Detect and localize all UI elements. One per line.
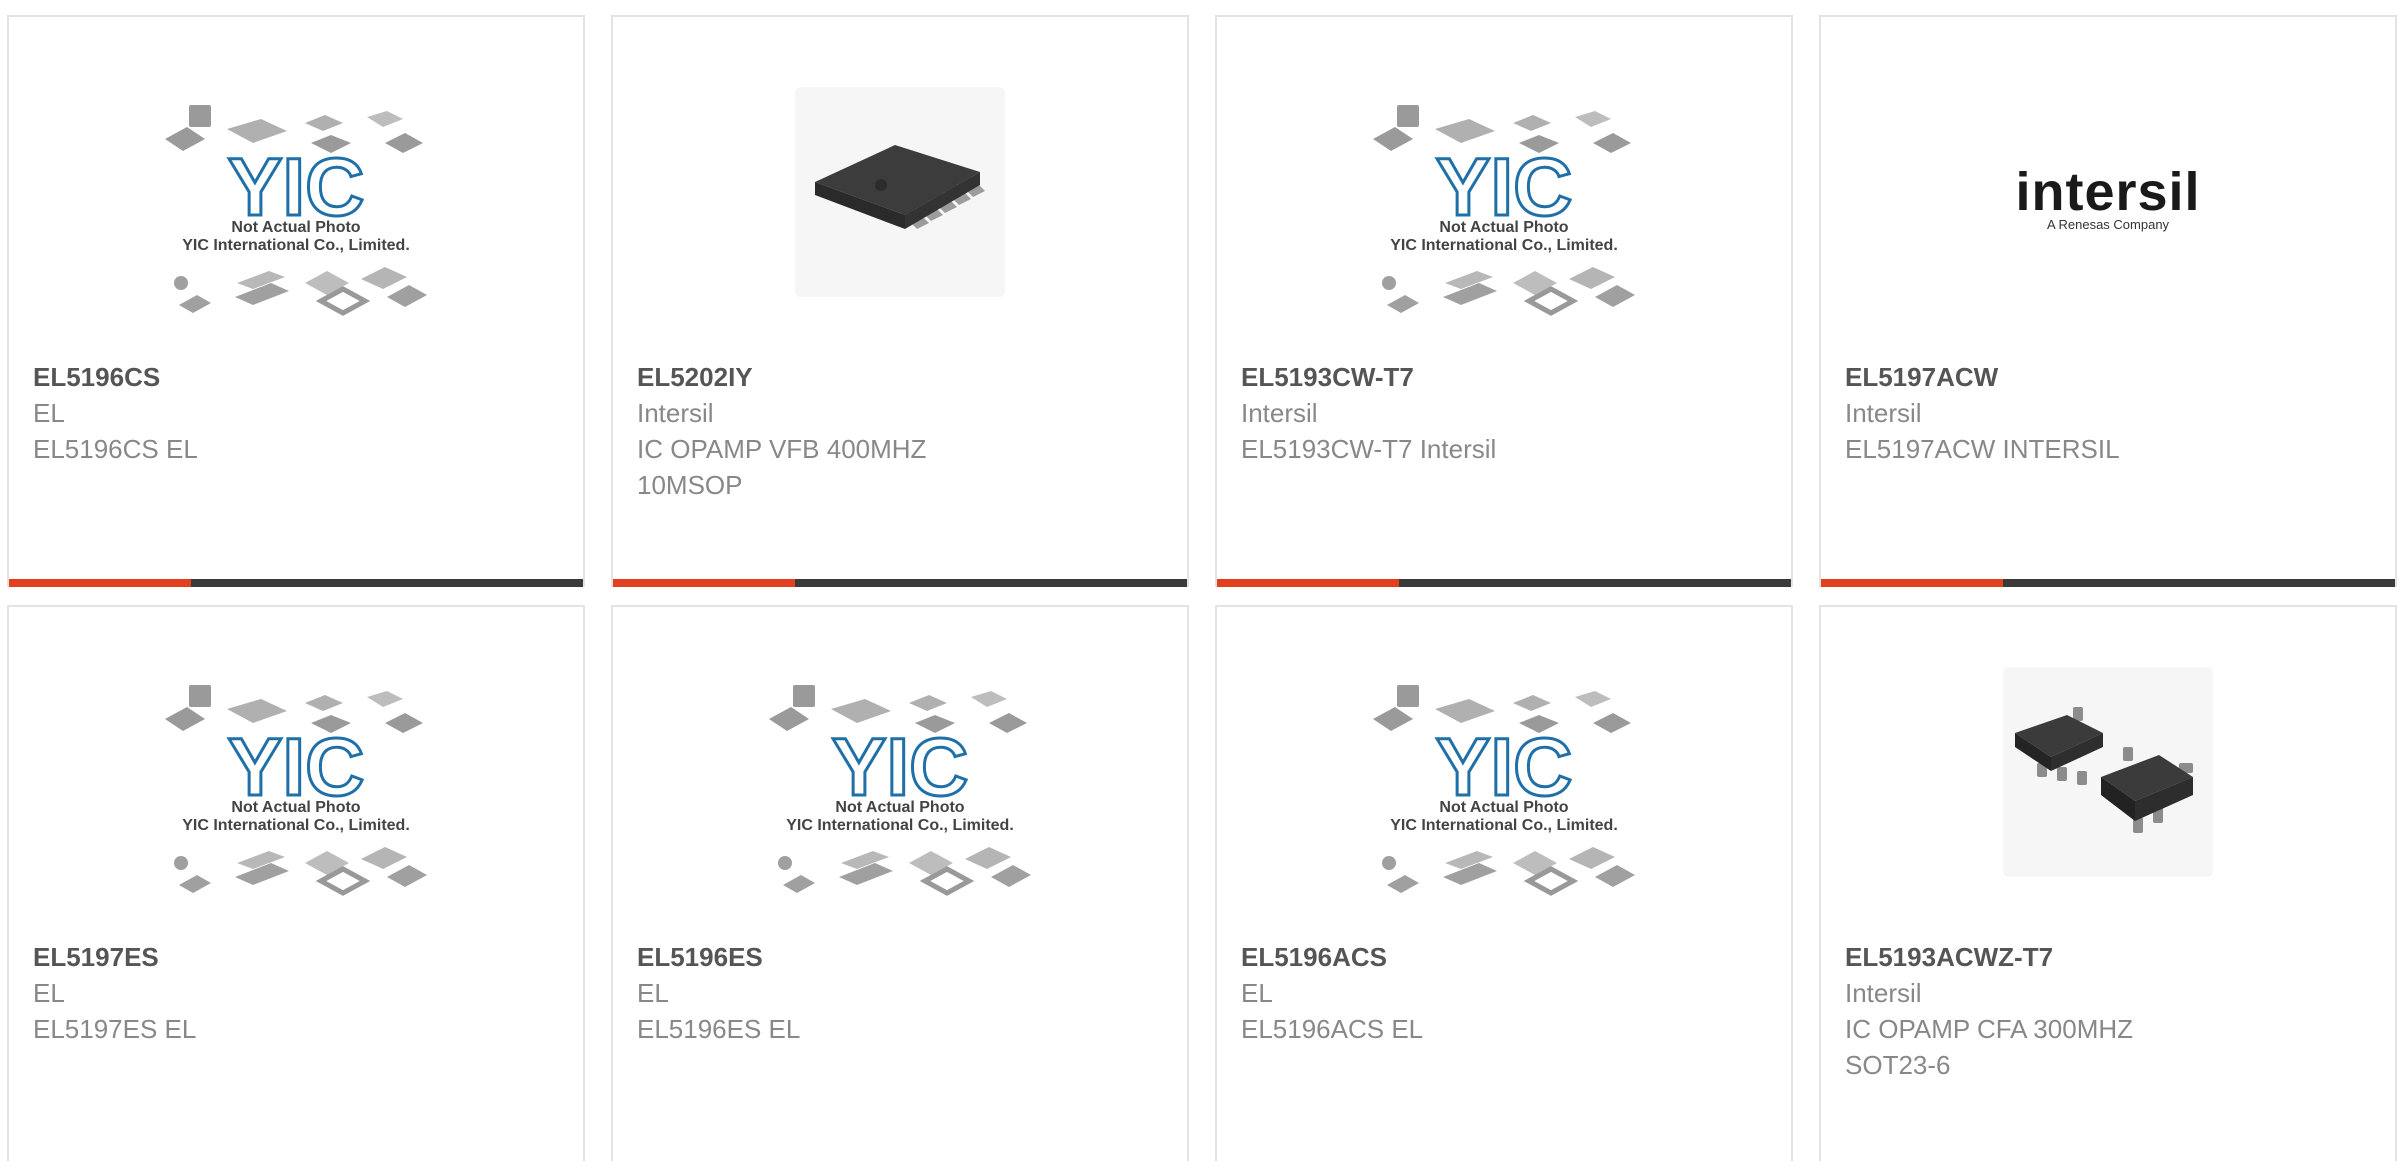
placeholder-line2: YIC International Co., Limited. (182, 817, 410, 834)
product-card[interactable]: intersil A Renesas Company EL5197ACW Int… (1819, 15, 2397, 587)
product-image[interactable] (1821, 667, 2395, 887)
part-number-link[interactable]: EL5196CS (33, 359, 563, 395)
sot23-chip-photo (2003, 667, 2213, 877)
product-image[interactable] (613, 87, 1187, 307)
chip-placeholder-icon: YIC (1373, 685, 1635, 896)
placeholder-line1: Not Actual Photo (1439, 219, 1569, 236)
card-bottom-bar (613, 579, 1187, 587)
msop-chip-photo (795, 87, 1005, 297)
chip-icon (815, 145, 985, 229)
manufacturer: EL (33, 978, 65, 1008)
product-image[interactable]: YIC Not Actual Photo YIC International C… (1217, 87, 1791, 316)
manufacturer: EL (1241, 978, 1273, 1008)
description: EL5196CS EL (33, 434, 198, 464)
description: IC OPAMP VFB 400MHZ 10MSOP (637, 434, 927, 500)
placeholder-line1: Not Actual Photo (835, 799, 965, 816)
part-number-link[interactable]: EL5193ACWZ-T7 (1845, 939, 2375, 975)
description: IC OPAMP CFA 300MHZ SOT23-6 (1845, 1014, 2134, 1080)
description: EL5196ACS EL (1241, 1014, 1424, 1044)
chip-placeholder-icon: YIC (1373, 105, 1635, 316)
product-card[interactable]: EL5193ACWZ-T7 Intersil IC OPAMP CFA 300M… (1819, 605, 2397, 1161)
placeholder-line1: Not Actual Photo (231, 219, 361, 236)
placeholder-image: YIC Not Actual Photo YIC International C… (1369, 87, 1639, 327)
manufacturer: Intersil (637, 398, 714, 428)
product-card[interactable]: YIC Not Actual Photo YIC International C… (1215, 605, 1793, 1161)
chip-placeholder-icon: YIC (165, 105, 427, 316)
placeholder-image: YIC Not Actual Photo YIC International C… (1369, 667, 1639, 907)
part-number-link[interactable]: EL5196ACS (1241, 939, 1771, 975)
description: EL5197ACW INTERSIL (1845, 434, 2120, 464)
part-number-link[interactable]: EL5196ES (637, 939, 1167, 975)
chip-placeholder-icon: YIC (769, 685, 1031, 896)
chip-icon (2015, 707, 2193, 833)
manufacturer: EL (33, 398, 65, 428)
manufacturer: Intersil (1845, 978, 1922, 1008)
product-image[interactable]: YIC Not Actual Photo YIC International C… (9, 87, 583, 316)
product-card[interactable]: YIC Not Actual Photo YIC International C… (1215, 15, 1793, 587)
placeholder-line1: Not Actual Photo (231, 799, 361, 816)
description: EL5196ES EL (637, 1014, 801, 1044)
card-bottom-bar (9, 579, 583, 587)
product-image[interactable]: YIC Not Actual Photo YIC International C… (613, 667, 1187, 896)
product-card[interactable]: YIC Not Actual Photo YIC International C… (611, 605, 1189, 1161)
product-grid: YIC Not Actual Photo YIC International C… (0, 0, 2400, 1161)
product-card[interactable]: YIC Not Actual Photo YIC International C… (7, 15, 585, 587)
part-number-link[interactable]: EL5202IY (637, 359, 1167, 395)
placeholder-image: YIC Not Actual Photo YIC International C… (765, 667, 1035, 907)
product-image[interactable]: intersil A Renesas Company (1821, 87, 2395, 307)
card-bottom-bar (1217, 579, 1791, 587)
product-card[interactable]: YIC Not Actual Photo YIC International C… (7, 605, 585, 1161)
part-number-link[interactable]: EL5193CW-T7 (1241, 359, 1771, 395)
placeholder-image: YIC Not Actual Photo YIC International C… (161, 667, 431, 907)
part-number-link[interactable]: EL5197ES (33, 939, 563, 975)
chip-placeholder-icon: YIC (165, 685, 427, 896)
placeholder-line2: YIC International Co., Limited. (1390, 237, 1618, 254)
intersil-logo: intersil A Renesas Company (2015, 162, 2201, 307)
placeholder-line2: YIC International Co., Limited. (182, 237, 410, 254)
card-bottom-bar (1821, 579, 2395, 587)
manufacturer: Intersil (1845, 398, 1922, 428)
logo-wordmark: intersil (2015, 162, 2201, 222)
product-image[interactable]: YIC Not Actual Photo YIC International C… (9, 667, 583, 896)
description: EL5197ES EL (33, 1014, 197, 1044)
placeholder-line1: Not Actual Photo (1439, 799, 1569, 816)
part-number-link[interactable]: EL5197ACW (1845, 359, 2375, 395)
placeholder-line2: YIC International Co., Limited. (786, 817, 1014, 834)
product-card[interactable]: EL5202IY Intersil IC OPAMP VFB 400MHZ 10… (611, 15, 1189, 587)
manufacturer: Intersil (1241, 398, 1318, 428)
manufacturer: EL (637, 978, 669, 1008)
placeholder-line2: YIC International Co., Limited. (1390, 817, 1618, 834)
description: EL5193CW-T7 Intersil (1241, 434, 1497, 464)
product-image[interactable]: YIC Not Actual Photo YIC International C… (1217, 667, 1791, 896)
placeholder-image: YIC Not Actual Photo YIC International C… (161, 87, 431, 327)
